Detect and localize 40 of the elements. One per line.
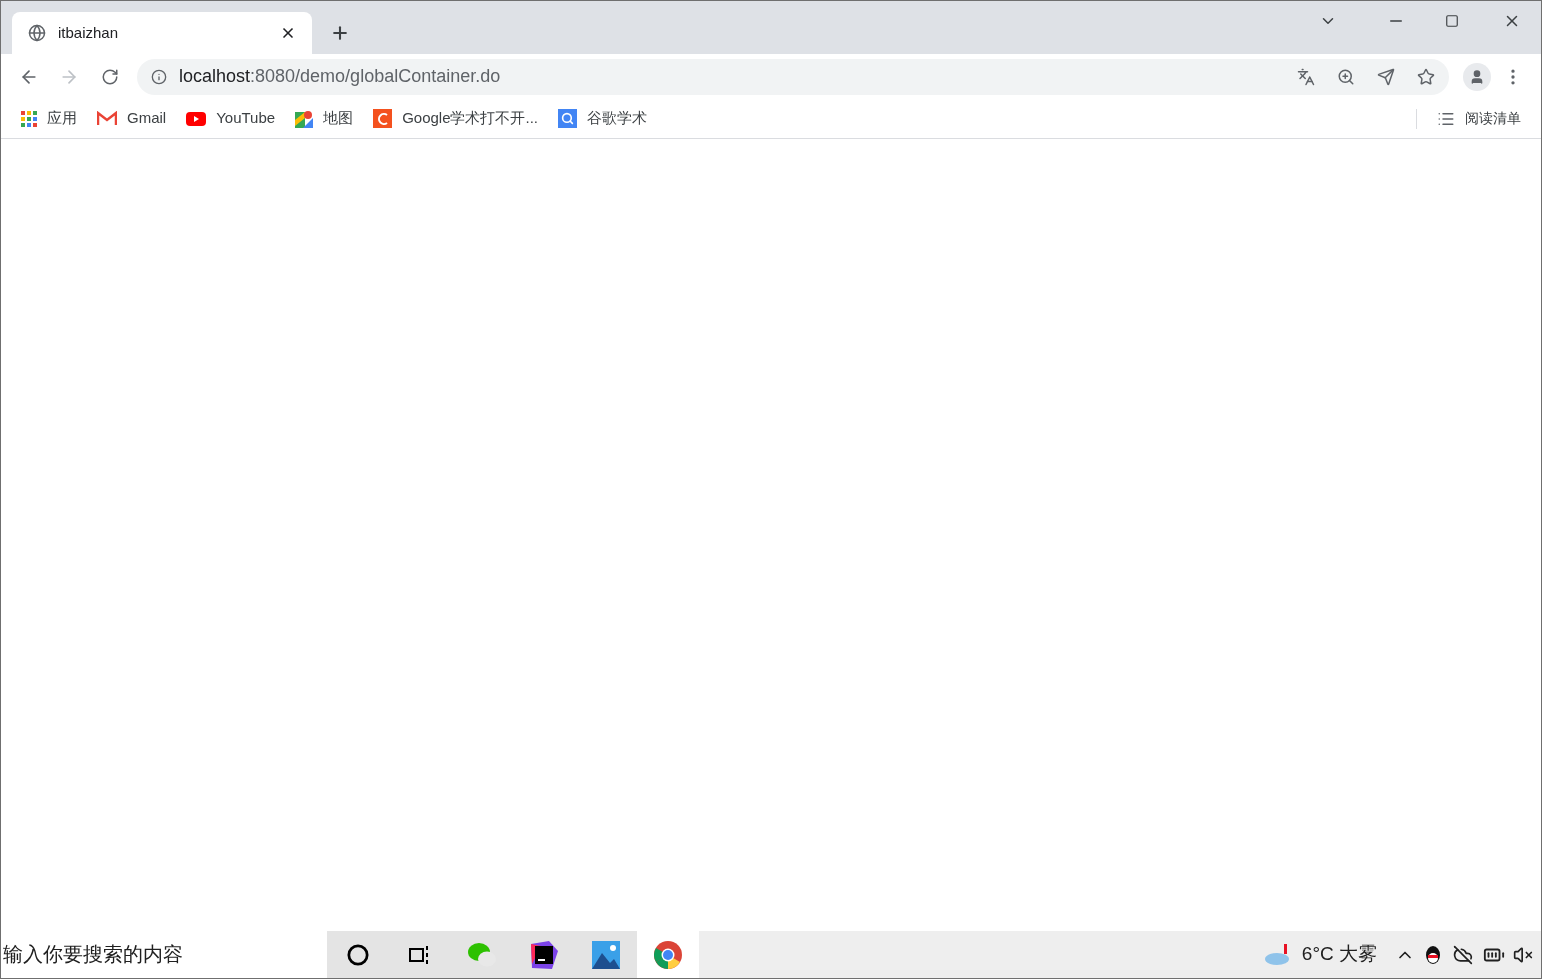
address-bar[interactable]: localhost:8080/demo/globalContainer.do	[137, 58, 1449, 95]
bookmark-item[interactable]: 地图	[295, 107, 354, 130]
taskbar-app[interactable]	[575, 931, 637, 978]
url-host: localhost	[179, 65, 251, 88]
bookmark-item[interactable]: 应用	[21, 107, 77, 130]
play-icon	[186, 111, 207, 126]
url-path: :8080/demo/globalContainer.do	[250, 65, 501, 88]
mail-m-icon	[97, 111, 117, 126]
globe-icon	[28, 24, 46, 42]
weather-text: 6°C 大雾	[1301, 942, 1377, 967]
browser-tab[interactable]: itbaizhan	[12, 12, 312, 54]
task-view-icon	[409, 944, 431, 965]
map-pin-icon	[295, 109, 314, 128]
apps-grid-icon	[21, 110, 37, 127]
zoom-icon[interactable]	[1337, 67, 1355, 86]
bookmark-star-icon[interactable]	[1417, 67, 1435, 86]
taskbar-app[interactable]	[327, 931, 389, 978]
c-logo-icon	[373, 109, 393, 128]
picture-icon	[592, 940, 620, 969]
reading-list-button[interactable]: 阅读清单	[1437, 108, 1521, 129]
close-icon[interactable]	[280, 25, 296, 41]
bookmark-item[interactable]: Google学术打不开...	[373, 107, 538, 130]
taskbar-search-field[interactable]: 输入你要搜索的内容	[1, 931, 327, 978]
ide-logo-icon	[529, 939, 559, 970]
bookmark-item[interactable]: 谷歌学术	[558, 107, 647, 130]
bookmark-item[interactable]: YouTube	[186, 107, 276, 130]
tab-title: itbaizhan	[58, 22, 120, 43]
search-icon	[558, 109, 577, 128]
profile-avatar[interactable]	[1463, 62, 1491, 91]
cloud-off-icon[interactable]	[1453, 944, 1473, 965]
send-icon[interactable]	[1377, 67, 1395, 86]
cortana-circle-icon	[347, 943, 369, 966]
translate-icon[interactable]	[1297, 67, 1315, 86]
info-icon	[151, 68, 167, 85]
mute-icon[interactable]	[1513, 944, 1533, 965]
bookmark-item[interactable]: Gmail	[97, 107, 167, 130]
maximize-icon[interactable]	[1445, 14, 1459, 28]
browser-logo-icon	[654, 940, 682, 969]
new-tab-icon[interactable]	[330, 23, 350, 43]
reload-icon[interactable]	[101, 67, 119, 86]
